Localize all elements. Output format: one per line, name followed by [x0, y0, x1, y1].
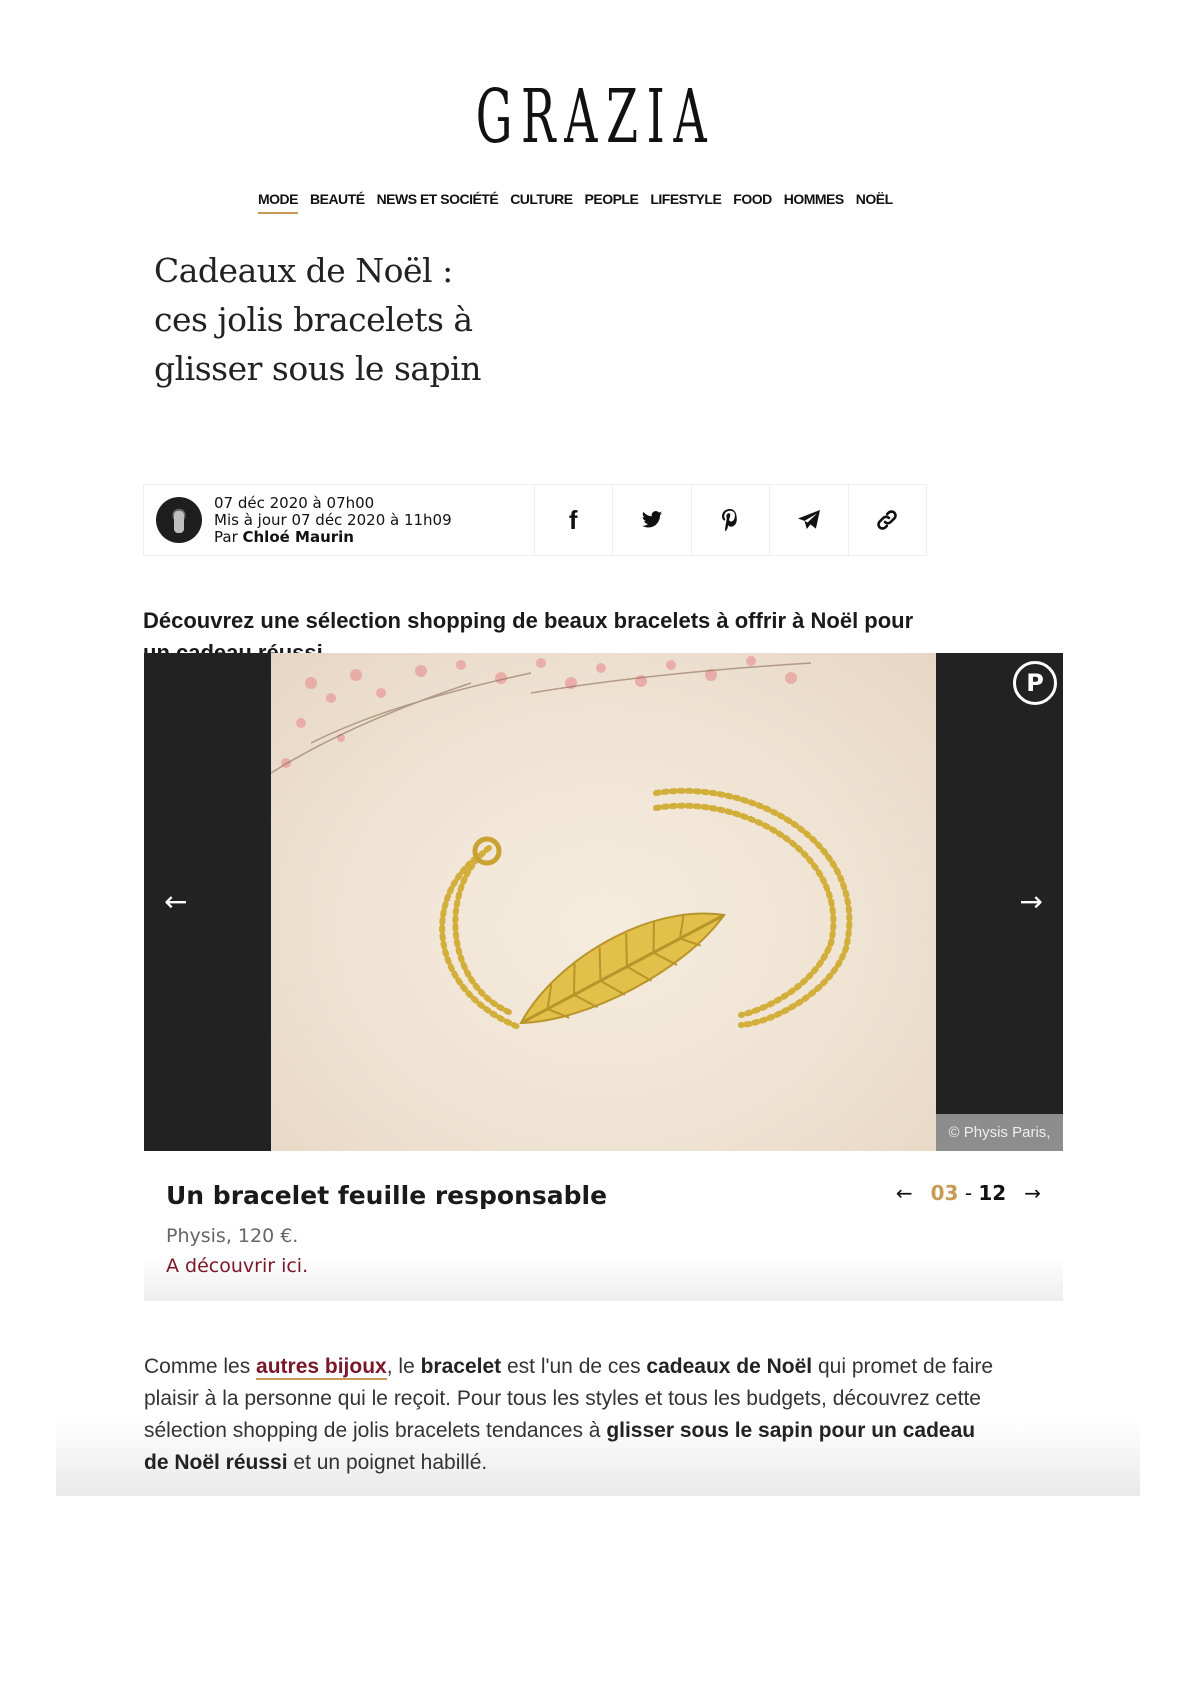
slider-prev-button[interactable]: ← [164, 885, 187, 918]
nav-item-noel[interactable]: NOËL [856, 191, 893, 214]
bracelet-illustration [271, 656, 853, 1031]
nav-item-food[interactable]: FOOD [733, 191, 772, 214]
body-text-3: est l'un de ces [501, 1355, 647, 1378]
nav-item-lifestyle[interactable]: LIFESTYLE [650, 191, 721, 214]
bracelet-photo [271, 653, 936, 1151]
pager-separator: - [964, 1181, 973, 1205]
copy-link-button[interactable] [849, 485, 927, 555]
nav-item-beaute[interactable]: BEAUTÉ [310, 191, 365, 214]
nav-item-people[interactable]: PEOPLE [585, 191, 639, 214]
slide-caption: Un bracelet feuille responsable Physis, … [144, 1151, 1063, 1301]
twitter-share-button[interactable] [613, 485, 692, 555]
pinterest-pin-icon: P [1026, 669, 1044, 697]
body-bold-1: bracelet [420, 1355, 502, 1378]
link-icon [877, 510, 898, 530]
site-logo[interactable]: GRAZIA [226, 80, 964, 154]
pager-current: 03 [930, 1181, 959, 1205]
pager-prev-button[interactable]: ← [896, 1181, 913, 1205]
byline: Par Chloé Maurin [214, 527, 452, 546]
author-name[interactable]: Chloé Maurin [243, 528, 354, 546]
author-text: 07 déc 2020 à 07h00 Mis à jour 07 déc 20… [214, 493, 452, 546]
article-title: Cadeaux de Noël : ces jolis bracelets à … [154, 251, 482, 388]
pinterest-share-button[interactable] [692, 485, 770, 555]
nav-item-culture[interactable]: CULTURE [510, 191, 573, 214]
byline-prefix: Par [214, 527, 243, 546]
autres-bijoux-link[interactable]: autres bijoux [256, 1355, 387, 1380]
nav-item-hommes[interactable]: HOMMES [784, 191, 845, 214]
nav-item-news-et-societe[interactable]: NEWS ET SOCIÉTÉ [377, 191, 499, 214]
pinterest-pin-button[interactable]: P [1013, 661, 1057, 705]
body-text-5: et un poignet habillé. [287, 1451, 488, 1474]
twitter-icon [641, 511, 662, 528]
facebook-icon: f [568, 504, 578, 535]
image-slider: ← → P © Physis Paris, [144, 653, 1063, 1151]
author-block: 07 déc 2020 à 07h00 Mis à jour 07 déc 20… [144, 485, 535, 555]
pager-total: 12 [978, 1181, 1007, 1205]
slide-discover-link[interactable]: A découvrir ici. [166, 1255, 308, 1277]
author-avatar[interactable] [156, 497, 202, 543]
slide-pager: ← 03 - 12 → [896, 1181, 1041, 1205]
nav-item-mode[interactable]: MODE [258, 191, 299, 214]
update-date: Mis à jour 07 déc 2020 à 11h09 [214, 510, 452, 529]
facebook-share-button[interactable]: f [535, 485, 613, 555]
slide-price: Physis, 120 €. [166, 1225, 299, 1247]
body-bold-2: cadeaux de Noël [646, 1355, 813, 1378]
pager-count: 03 - 12 [931, 1181, 1007, 1205]
slide-title: Un bracelet feuille responsable [166, 1181, 608, 1210]
pinterest-icon [722, 509, 738, 532]
main-nav: MODE BEAUTÉ NEWS ET SOCIÉTÉ CULTURE PEOP… [258, 191, 893, 214]
body-text-2: , le [386, 1355, 421, 1378]
pager-next-button[interactable]: → [1024, 1181, 1041, 1205]
slider-next-button[interactable]: → [1020, 885, 1043, 918]
telegram-icon [797, 510, 820, 529]
body-text-1: Comme les [144, 1355, 257, 1378]
publish-date: 07 déc 2020 à 07h00 [214, 493, 375, 512]
article-body-paragraph: Comme les autres bijoux, le bracelet est… [144, 1351, 1004, 1479]
article-meta-bar: 07 déc 2020 à 07h00 Mis à jour 07 déc 20… [143, 484, 927, 556]
photo-credit: © Physis Paris, [936, 1114, 1063, 1151]
telegram-share-button[interactable] [770, 485, 849, 555]
